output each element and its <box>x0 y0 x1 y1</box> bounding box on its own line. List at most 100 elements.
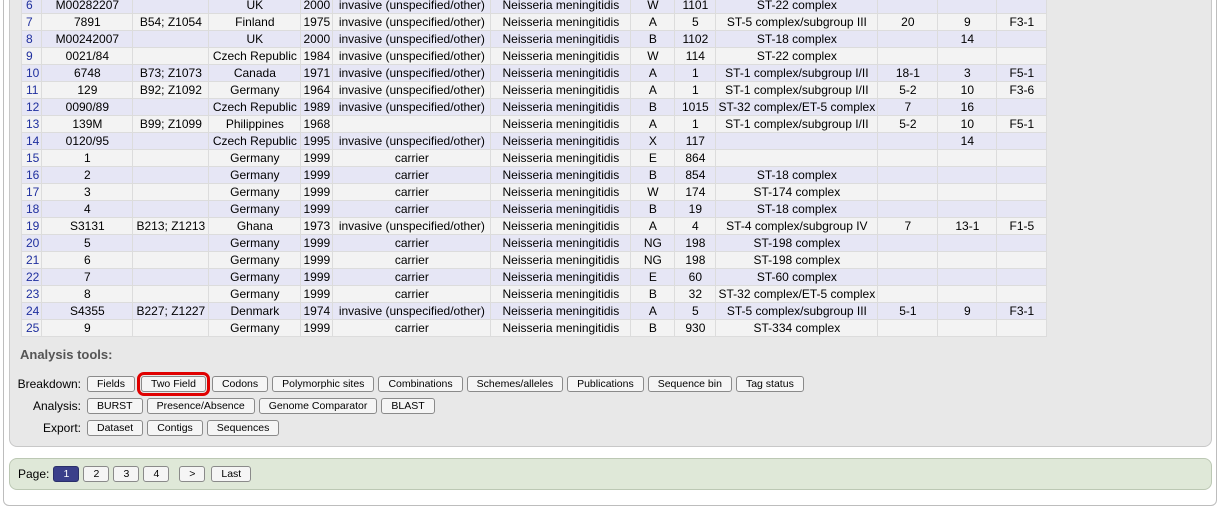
table-row: 25 9 Germany 1999 carrier Neisseria meningiti… <box>20 319 1048 337</box>
row-index-link[interactable]: 13 <box>20 115 43 133</box>
breakdown-fields-button[interactable]: Fields <box>87 376 136 392</box>
table-cell-id: 0021/84 <box>41 47 134 65</box>
table-cell-species: Neisseria meningitidis <box>490 149 632 167</box>
table-cell-complex: ST-334 complex <box>715 319 879 337</box>
table-cell-year: 1999 <box>300 149 334 167</box>
row-index-link[interactable]: 7 <box>20 13 43 31</box>
row-index-link[interactable]: 8 <box>20 30 43 48</box>
table-row: 23 8 Germany 1999 carrier Neisseria meningiti… <box>20 285 1048 303</box>
table-row: 7 7891 B54; Z1054 Finland 1975 invasive (unsp… <box>20 13 1048 31</box>
table-cell-disease: carrier <box>332 149 492 167</box>
export-dataset-button[interactable]: Dataset <box>87 420 144 436</box>
analysis-blast-button[interactable]: BLAST <box>381 398 435 414</box>
page-4-button[interactable]: 4 <box>143 466 170 482</box>
table-cell-st: 1 <box>674 81 717 99</box>
table-cell-c2 <box>937 200 998 218</box>
row-index-link[interactable]: 16 <box>20 166 43 184</box>
table-cell-complex: ST-22 complex <box>715 47 879 65</box>
table-cell-c2: 10 <box>937 115 998 133</box>
table-cell-country: Germany <box>208 166 302 184</box>
table-cell-country: Germany <box>208 149 302 167</box>
row-index-link[interactable]: 18 <box>20 200 43 218</box>
table-cell-serogroup: B <box>630 166 676 184</box>
table-cell-c3: F5-1 <box>996 115 1048 133</box>
table-cell-complex: ST-18 complex <box>715 200 879 218</box>
table-cell-st: 930 <box>674 319 717 337</box>
row-index-link[interactable]: 10 <box>20 64 43 82</box>
table-cell-complex: ST-5 complex/subgroup III <box>715 302 879 320</box>
table-cell-c1: 7 <box>877 217 939 235</box>
row-index-link[interactable]: 25 <box>20 319 43 337</box>
table-cell-id: 7891 <box>41 13 134 31</box>
breakdown-two-field-button[interactable]: Two Field <box>137 372 210 396</box>
table-cell-country: Germany <box>208 285 302 303</box>
row-index-link[interactable]: 21 <box>20 251 43 269</box>
table-cell-st: 5 <box>674 13 717 31</box>
table-cell-year: 1984 <box>300 47 334 65</box>
table-cell-complex: ST-4 complex/subgroup IV <box>715 217 879 235</box>
table-cell-serogroup: B <box>630 285 676 303</box>
table-cell-country: Czech Republic <box>208 47 302 65</box>
table-cell-disease: carrier <box>332 200 492 218</box>
table-cell-aliases <box>132 200 210 218</box>
table-cell-c3: F5-1 <box>996 64 1048 82</box>
table-row: 9 0021/84 Czech Republic 1984 invasive (unsp… <box>20 47 1048 65</box>
row-index-link[interactable]: 6 <box>20 0 43 14</box>
table-cell-aliases <box>132 98 210 116</box>
table-cell-aliases: B92; Z1092 <box>132 81 210 99</box>
table-cell-aliases: B54; Z1054 <box>132 13 210 31</box>
table-row: 20 5 Germany 1999 carrier Neisseria meningiti… <box>20 234 1048 252</box>
table-cell-st: 198 <box>674 234 717 252</box>
breakdown-tag-status-button[interactable]: Tag status <box>735 376 804 392</box>
table-cell-year: 1999 <box>300 234 334 252</box>
table-cell-species: Neisseria meningitidis <box>490 319 632 337</box>
table-cell-c3 <box>996 200 1048 218</box>
row-index-link[interactable]: 17 <box>20 183 43 201</box>
table-cell-st: 174 <box>674 183 717 201</box>
breakdown-polymorphic-sites-button[interactable]: Polymorphic sites <box>272 376 375 392</box>
table-cell-complex: ST-198 complex <box>715 234 879 252</box>
next-page-button[interactable]: > <box>179 466 206 482</box>
table-cell-country: Germany <box>208 183 302 201</box>
row-index-link[interactable]: 12 <box>20 98 43 116</box>
breakdown-sequence-bin-button[interactable]: Sequence bin <box>647 376 732 392</box>
row-index-link[interactable]: 11 <box>20 81 43 99</box>
breakdown-schemes-alleles-button[interactable]: Schemes/alleles <box>466 376 564 392</box>
table-cell-disease: invasive (unspecified/other) <box>332 13 492 31</box>
table-cell-c2 <box>937 285 998 303</box>
table-cell-serogroup: A <box>630 13 676 31</box>
row-index-link[interactable]: 23 <box>20 285 43 303</box>
row-index-link[interactable]: 15 <box>20 149 43 167</box>
row-index-link[interactable]: 19 <box>20 217 43 235</box>
row-index-link[interactable]: 20 <box>20 234 43 252</box>
table-cell-c2: 9 <box>937 302 998 320</box>
table-cell-year: 1971 <box>300 64 334 82</box>
export-sequences-button[interactable]: Sequences <box>206 420 280 436</box>
export-contigs-button[interactable]: Contigs <box>147 420 203 436</box>
table-cell-aliases <box>132 0 210 14</box>
table-cell-c3 <box>996 166 1048 184</box>
analysis-burst-button[interactable]: BURST <box>87 398 143 414</box>
table-cell-c3 <box>996 234 1048 252</box>
analysis-genome-comparator-button[interactable]: Genome Comparator <box>258 398 378 414</box>
breakdown-publications-button[interactable]: Publications <box>567 376 644 392</box>
row-index-link[interactable]: 24 <box>20 302 43 320</box>
table-cell-disease: invasive (unspecified/other) <box>332 0 492 14</box>
table-cell-c1 <box>877 47 939 65</box>
breakdown-codons-button[interactable]: Codons <box>211 376 269 392</box>
table-cell-complex: ST-198 complex <box>715 251 879 269</box>
table-cell-country: UK <box>208 0 302 14</box>
table-cell-c1 <box>877 149 939 167</box>
table-cell-c3 <box>996 285 1048 303</box>
page-2-button[interactable]: 2 <box>83 466 110 482</box>
table-cell-year: 1999 <box>300 200 334 218</box>
breakdown-combinations-button[interactable]: Combinations <box>378 376 463 392</box>
row-index-link[interactable]: 14 <box>20 132 43 150</box>
table-cell-serogroup: W <box>630 0 676 14</box>
row-index-link[interactable]: 9 <box>20 47 43 65</box>
analysis-presence-absence-button[interactable]: Presence/Absence <box>146 398 255 414</box>
row-index-link[interactable]: 22 <box>20 268 43 286</box>
page-3-button[interactable]: 3 <box>113 466 140 482</box>
page-1-button[interactable]: 1 <box>53 466 80 482</box>
last-page-button[interactable]: Last <box>211 466 252 482</box>
